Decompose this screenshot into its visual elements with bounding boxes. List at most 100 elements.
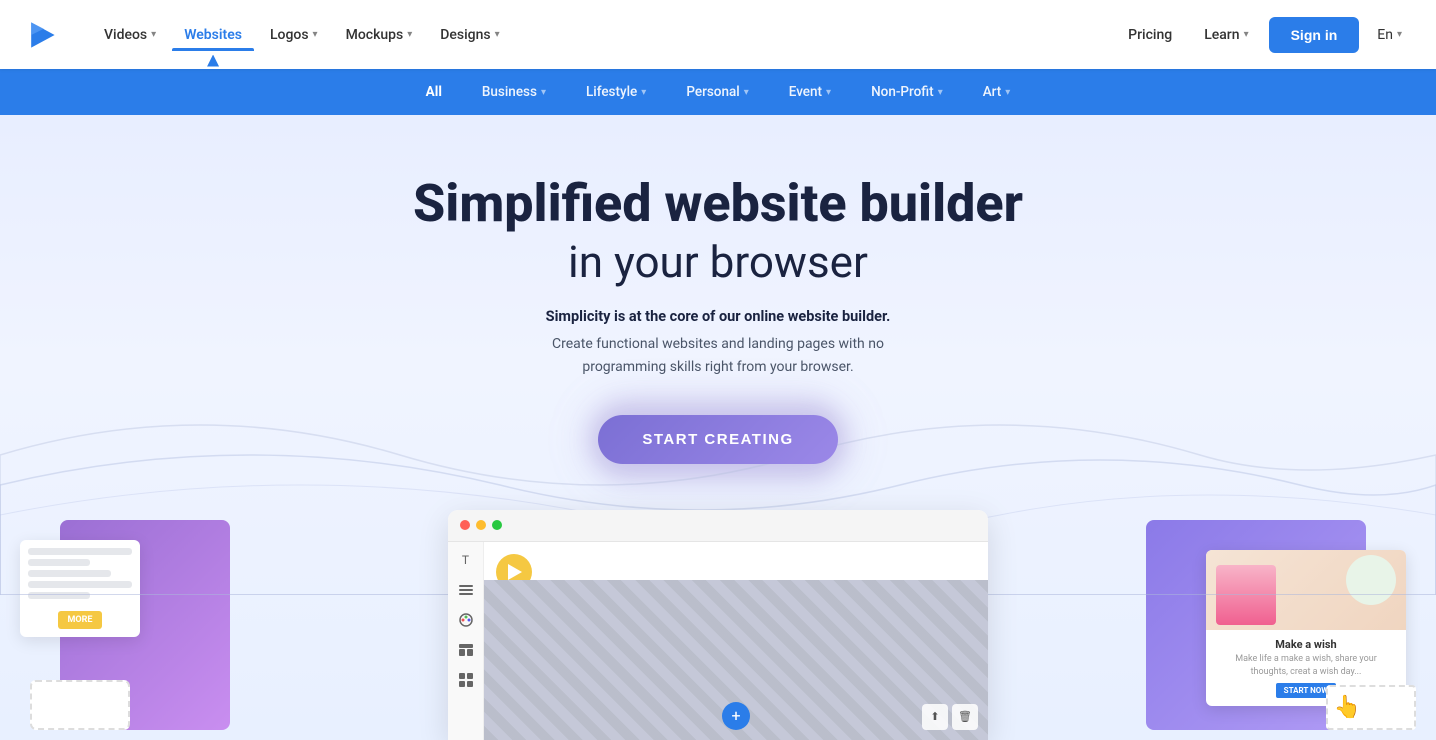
chevron-down-icon: ▾	[1244, 29, 1249, 40]
window-dot-red	[460, 520, 470, 530]
chevron-down-icon: ▾	[744, 87, 749, 98]
chevron-down-icon: ▾	[495, 29, 500, 40]
chevron-down-icon: ▾	[826, 87, 831, 98]
preview-left-card: MORE	[20, 520, 230, 740]
preview-editor-sidebar: T	[448, 542, 484, 740]
cat-lifestyle-label: Lifestyle	[586, 84, 637, 100]
cat-item-nonprofit[interactable]: Non-Profit ▾	[851, 69, 963, 115]
nav-item-pricing[interactable]: Pricing	[1116, 19, 1184, 51]
preview-center-card: T	[448, 510, 988, 740]
delete-icon[interactable]: 🗑	[952, 704, 978, 730]
grid-icon[interactable]	[458, 672, 474, 688]
learn-label: Learn	[1204, 27, 1239, 43]
nav-item-learn[interactable]: Learn ▾	[1192, 19, 1260, 51]
cat-personal-label: Personal	[686, 84, 739, 100]
nav-logos-label: Logos	[270, 27, 309, 43]
signin-button[interactable]: Sign in	[1269, 17, 1360, 53]
hero-title-light: in your browser	[20, 236, 1416, 288]
layout-icon[interactable]	[458, 642, 474, 658]
cat-item-event[interactable]: Event ▾	[769, 69, 851, 115]
nav-item-designs[interactable]: Designs ▾	[428, 19, 511, 51]
language-selector[interactable]: En ▾	[1367, 19, 1412, 51]
chevron-down-icon: ▾	[641, 87, 646, 98]
cat-item-lifestyle[interactable]: Lifestyle ▾	[566, 69, 666, 115]
nav-designs-wrapper: Designs ▾	[428, 19, 511, 51]
lang-label: En	[1377, 27, 1393, 43]
preview-left-bottom-card	[30, 680, 130, 730]
hand-cursor-icon: 👆	[1334, 695, 1361, 720]
chevron-down-icon: ▾	[407, 29, 412, 40]
nav-logos-wrapper: Logos ▾	[258, 19, 330, 51]
nav-item-videos[interactable]: Videos ▾	[92, 19, 168, 51]
nav-links: Videos ▾ Websites Logos ▾ Mockups ▾ Desi…	[92, 19, 1116, 51]
preview-right-subtitle: Make life a make a wish, share yourthoug…	[1216, 653, 1396, 678]
hero-section: Simplified website builder in your brows…	[0, 115, 1436, 740]
cat-item-business[interactable]: Business ▾	[462, 69, 566, 115]
chevron-down-icon: ▾	[313, 29, 318, 40]
image-action-icons: ⬆ 🗑	[922, 704, 978, 730]
nav-item-mockups[interactable]: Mockups ▾	[334, 19, 425, 51]
cat-all-label: All	[426, 84, 442, 100]
preview-left-text-card: MORE	[20, 540, 140, 637]
cat-item-art[interactable]: Art ▾	[963, 69, 1031, 115]
nav-item-websites[interactable]: Websites	[172, 19, 254, 51]
nav-mockups-label: Mockups	[346, 27, 404, 43]
text-line-5	[28, 592, 90, 599]
text-line-3	[28, 570, 111, 577]
cat-item-personal[interactable]: Personal ▾	[666, 69, 768, 115]
text-line-2	[28, 559, 90, 566]
category-navigation: All Business ▾ Lifestyle ▾ Personal ▾ Ev…	[0, 69, 1436, 115]
cat-art-label: Art	[983, 84, 1002, 100]
cat-business-label: Business	[482, 84, 537, 100]
add-element-button[interactable]: +	[722, 702, 750, 730]
cat-nonprofit-label: Non-Profit	[871, 84, 934, 100]
play-icon	[508, 564, 522, 580]
chevron-down-icon: ▾	[541, 87, 546, 98]
text-line-4	[28, 581, 132, 588]
logo[interactable]	[24, 17, 60, 53]
nav-websites-label: Websites	[184, 27, 242, 43]
preview-right-content-card: Make a wish Make life a make a wish, sha…	[1206, 550, 1406, 706]
preview-right-title: Make a wish	[1216, 638, 1396, 651]
nav-item-logos[interactable]: Logos ▾	[258, 19, 330, 51]
nav-videos-wrapper: Videos ▾	[92, 19, 168, 51]
preview-right-image	[1206, 550, 1406, 630]
nav-mockups-wrapper: Mockups ▾	[334, 19, 425, 51]
hero-subtitle-text: Create functional websites and landing p…	[20, 333, 1416, 378]
text-tool-icon[interactable]: T	[458, 552, 474, 568]
text-line-1	[28, 548, 132, 555]
cta-glow: START CREATING	[598, 410, 838, 470]
signin-label: Sign in	[1291, 27, 1338, 43]
preview-titlebar	[448, 510, 988, 542]
preview-background-image: + ⬆ 🗑	[484, 580, 988, 740]
window-dot-yellow	[476, 520, 486, 530]
cta-wrapper: START CREATING	[20, 410, 1416, 470]
hero-title-bold: Simplified website builder	[20, 175, 1416, 232]
layers-icon[interactable]	[458, 582, 474, 598]
hero-subtitle-bold: Simplicity is at the core of our online …	[20, 308, 1416, 325]
preview-section: MORE T	[20, 500, 1416, 740]
flowers-decoration	[1346, 555, 1396, 605]
cat-event-label: Event	[789, 84, 822, 100]
chevron-down-icon: ▾	[151, 29, 156, 40]
palette-icon[interactable]	[458, 612, 474, 628]
chevron-down-icon: ▾	[1397, 29, 1402, 40]
nav-right: Pricing Learn ▾ Sign in En ▾	[1116, 17, 1412, 53]
chevron-down-icon: ▾	[938, 87, 943, 98]
preview-more-button[interactable]: MORE	[58, 611, 103, 629]
nav-designs-label: Designs	[440, 27, 490, 43]
window-dot-green	[492, 520, 502, 530]
preview-right-card: Make a wish Make life a make a wish, sha…	[1146, 520, 1416, 740]
upload-icon[interactable]: ⬆	[922, 704, 948, 730]
cat-item-all[interactable]: All	[406, 69, 462, 115]
nav-websites-wrapper: Websites	[172, 19, 254, 51]
preview-canvas: + ⬆ 🗑	[484, 542, 988, 740]
chevron-down-icon: ▾	[1005, 87, 1010, 98]
top-navigation: Videos ▾ Websites Logos ▾ Mockups ▾ Desi…	[0, 0, 1436, 69]
logo-icon	[24, 17, 60, 53]
cake-decoration	[1216, 565, 1276, 625]
nav-videos-label: Videos	[104, 27, 147, 43]
start-creating-button[interactable]: START CREATING	[598, 415, 837, 464]
preview-center-body: T	[448, 542, 988, 740]
pricing-label: Pricing	[1128, 27, 1172, 43]
